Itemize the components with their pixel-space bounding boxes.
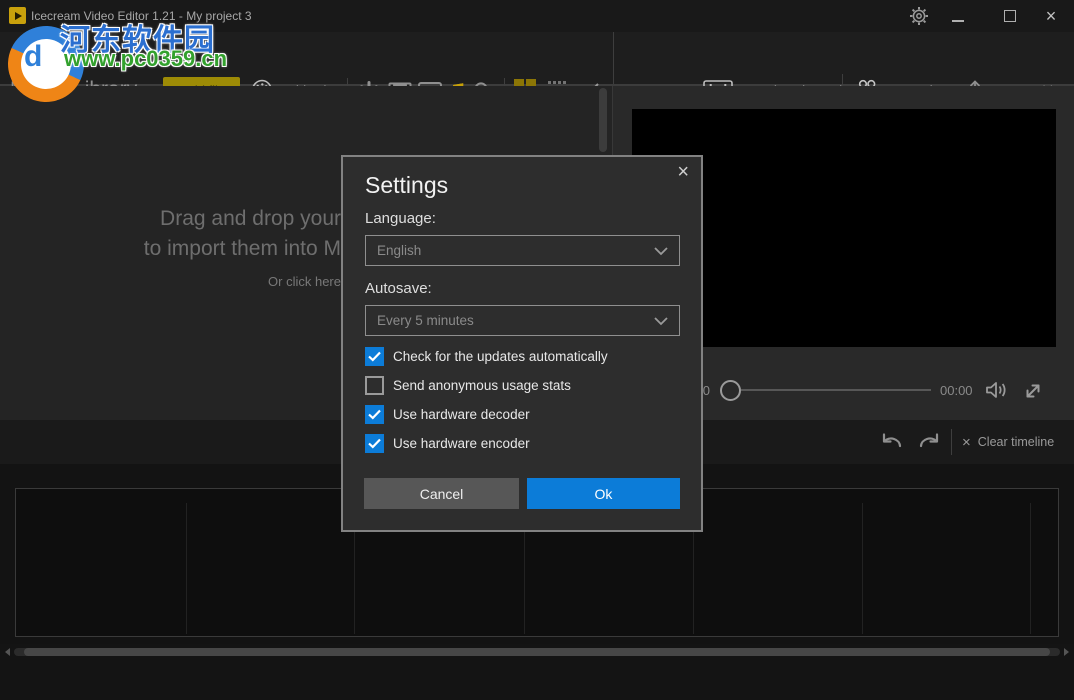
click-here-link[interactable]: Or click here xyxy=(0,274,341,289)
ok-button[interactable]: Ok xyxy=(527,478,680,509)
timeline-scrollbar-thumb[interactable] xyxy=(24,648,1050,656)
close-icon: × xyxy=(1046,7,1057,25)
scroll-left-arrow[interactable] xyxy=(5,648,10,656)
checkbox-hw-decoder[interactable] xyxy=(365,405,384,424)
minimize-icon xyxy=(952,20,964,22)
settings-checkbox-row-3[interactable]: Use hardware encoder xyxy=(365,433,530,453)
autosave-select[interactable]: Every 5 minutes xyxy=(365,305,680,336)
clear-x-icon: × xyxy=(962,435,971,450)
language-label: Language: xyxy=(365,210,436,227)
dialog-title: Settings xyxy=(365,172,448,199)
gear-icon xyxy=(909,6,929,26)
checkmark-icon xyxy=(368,351,381,362)
checkbox-label: Check for the updates automatically xyxy=(393,349,608,364)
undo-icon xyxy=(879,430,905,454)
dialog-close-icon[interactable]: × xyxy=(677,162,689,182)
drop-zone-text: Drag and drop your to import them into M… xyxy=(0,204,341,289)
toolbar-section-divider xyxy=(613,32,614,84)
language-select[interactable]: English xyxy=(365,235,680,266)
undo-button[interactable] xyxy=(879,430,905,459)
app-window: Icecream Video Editor 1.21 - My project … xyxy=(0,0,1074,700)
volume-button[interactable] xyxy=(984,378,1010,407)
autosave-value: Every 5 minutes xyxy=(377,313,653,328)
clear-timeline-label: Clear timeline xyxy=(978,435,1054,449)
seek-bar[interactable] xyxy=(741,389,931,391)
minimize-button[interactable] xyxy=(941,0,975,32)
speaker-icon xyxy=(984,378,1010,402)
checkbox-label: Use hardware decoder xyxy=(393,407,530,422)
app-logo-icon xyxy=(9,7,26,24)
drop-line1: Drag and drop your xyxy=(0,204,341,234)
settings-checkbox-row-0[interactable]: Check for the updates automatically xyxy=(365,346,608,366)
main-toolbar: Media Library + Add files Add color xyxy=(0,32,1074,86)
time-total: 00:00 xyxy=(940,383,973,398)
bottom-strip xyxy=(0,658,1074,700)
chevron-down-icon xyxy=(653,316,669,326)
timeline-cell-divider xyxy=(862,503,863,634)
drop-line2: to import them into M xyxy=(0,234,341,264)
titlebar: Icecream Video Editor 1.21 - My project … xyxy=(0,0,1074,32)
close-button[interactable]: × xyxy=(1034,0,1068,32)
checkbox-label: Send anonymous usage stats xyxy=(393,378,571,393)
maximize-button[interactable] xyxy=(993,0,1027,32)
maximize-icon xyxy=(1004,10,1016,22)
settings-gear-button[interactable] xyxy=(902,0,936,32)
seek-handle[interactable] xyxy=(720,380,741,401)
fullscreen-arrow-icon xyxy=(1021,379,1045,403)
checkbox-hw-encoder[interactable] xyxy=(365,434,384,453)
checkmark-icon xyxy=(368,409,381,420)
redo-button[interactable] xyxy=(916,430,942,459)
checkmark-icon xyxy=(368,438,381,449)
autosave-label: Autosave: xyxy=(365,280,432,297)
checkbox-check-updates[interactable] xyxy=(365,347,384,366)
settings-checkbox-row-1[interactable]: Send anonymous usage stats xyxy=(365,375,571,395)
checkbox-usage-stats[interactable] xyxy=(365,376,384,395)
clear-timeline-button[interactable]: × Clear timeline xyxy=(962,429,1054,455)
window-title: Icecream Video Editor 1.21 - My project … xyxy=(31,9,252,23)
media-library-scrollbar[interactable] xyxy=(599,88,607,152)
timeline-toolbar-divider xyxy=(951,429,952,455)
fullscreen-button[interactable] xyxy=(1021,379,1045,408)
settings-checkbox-row-2[interactable]: Use hardware decoder xyxy=(365,404,530,424)
cancel-button[interactable]: Cancel xyxy=(364,478,519,509)
timeline-cell-divider xyxy=(186,503,187,634)
settings-dialog: × Settings Language: English Autosave: E… xyxy=(341,155,703,532)
scroll-right-arrow[interactable] xyxy=(1064,648,1069,656)
chevron-down-icon xyxy=(653,246,669,256)
redo-icon xyxy=(916,430,942,454)
language-value: English xyxy=(377,243,653,258)
checkbox-label: Use hardware encoder xyxy=(393,436,530,451)
grid-small-icon xyxy=(548,81,551,84)
timeline-cell-divider xyxy=(1030,503,1031,634)
